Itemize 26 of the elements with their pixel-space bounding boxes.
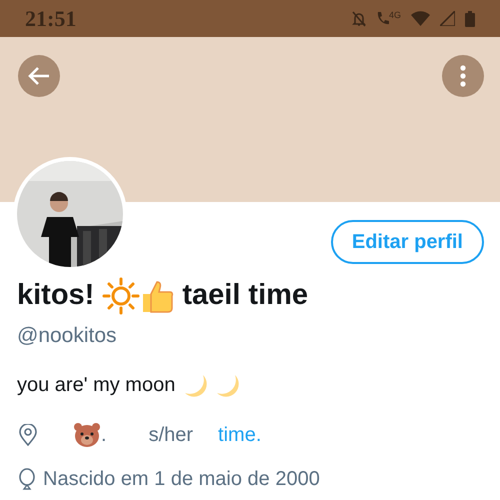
more-icon <box>460 65 466 87</box>
status-time: 21:51 <box>25 5 76 33</box>
network-label: 4G <box>388 11 401 20</box>
moon-icon <box>215 372 240 396</box>
back-button[interactable] <box>18 55 60 97</box>
edit-profile-button[interactable]: Editar perfil <box>330 220 484 264</box>
wifi-icon <box>411 11 430 26</box>
sun-icon <box>102 277 140 315</box>
pronouns-text: s/her <box>148 422 194 448</box>
birthday-text: Nascido em 1 de maio de 2000 <box>43 466 320 492</box>
bio-text: you are' my moon <box>17 372 176 398</box>
location-text: . <box>101 422 107 448</box>
display-name: kitos! <box>17 278 94 314</box>
phone-icon <box>376 11 389 26</box>
website-link[interactable]: time. <box>218 420 262 450</box>
back-arrow-icon <box>28 66 50 86</box>
more-button[interactable] <box>442 55 484 97</box>
bear-icon <box>73 422 101 448</box>
signal-icon <box>440 11 455 26</box>
bell-off-icon <box>352 10 366 26</box>
moon-icon <box>183 372 208 396</box>
location-pin-icon <box>19 424 37 446</box>
username: @nookitos <box>17 323 118 349</box>
balloon-icon <box>17 468 37 490</box>
display-name: taeil time <box>182 278 308 314</box>
battery-icon <box>465 10 475 26</box>
